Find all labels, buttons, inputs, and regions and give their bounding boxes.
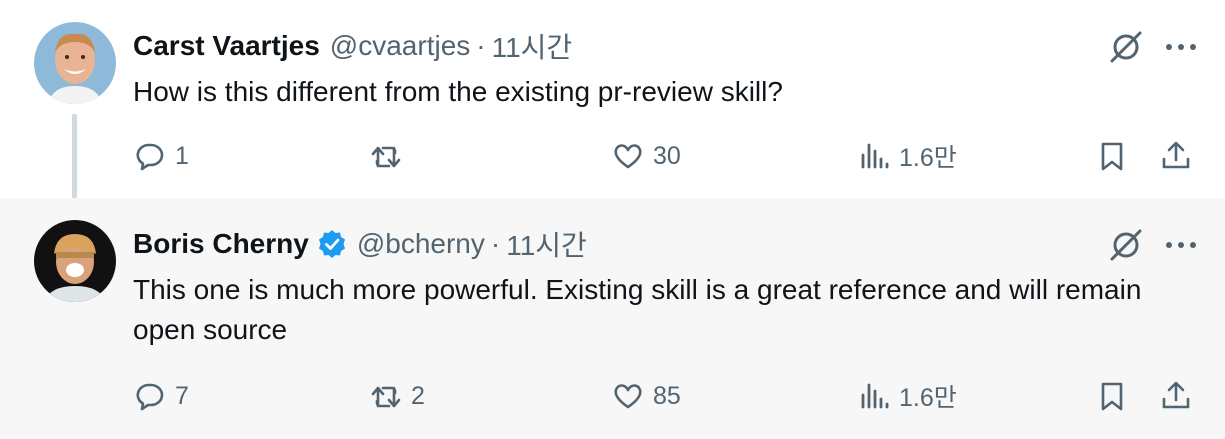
views-count: 1.6만 — [899, 144, 957, 172]
reply-button[interactable]: 7 — [133, 374, 189, 418]
share-icon — [1162, 141, 1190, 169]
retweet-icon — [371, 146, 401, 168]
tweet-text: How is this different from the existing … — [133, 76, 783, 107]
reply-icon — [136, 383, 164, 411]
bookmark-button[interactable] — [1095, 134, 1129, 178]
avatar[interactable] — [34, 22, 116, 104]
reply-icon — [136, 143, 164, 171]
more-icon[interactable] — [1161, 30, 1201, 64]
views-button[interactable]: 1.6만 — [857, 134, 957, 178]
views-icon — [861, 383, 889, 409]
like-icon — [614, 384, 642, 409]
bookmark-icon — [1101, 382, 1123, 411]
author-name[interactable]: Carst Vaartjes — [133, 30, 320, 62]
bookmark-button[interactable] — [1095, 374, 1129, 418]
views-count: 1.6만 — [899, 384, 957, 412]
timestamp[interactable]: 11시간 — [492, 26, 573, 66]
share-icon — [1162, 381, 1190, 409]
like-button[interactable]: 30 — [611, 134, 681, 178]
grok-icon[interactable] — [1107, 28, 1145, 66]
author-handle[interactable]: @cvaartjes — [330, 30, 470, 62]
like-icon — [614, 144, 642, 169]
retweet-icon — [371, 386, 401, 408]
tweet-header: Carst Vaartjes @cvaartjes · 11시간 — [133, 28, 572, 64]
retweet-count: 2 — [411, 381, 425, 410]
views-button[interactable]: 1.6만 — [857, 374, 957, 418]
like-count: 85 — [653, 381, 681, 410]
reply-count: 7 — [175, 381, 189, 410]
reply-button[interactable]: 1 — [133, 134, 189, 178]
separator: · — [476, 30, 486, 61]
like-button[interactable]: 85 — [611, 374, 681, 418]
reply-count: 1 — [175, 141, 189, 170]
action-bar: 1 30 1.6만 — [133, 134, 1193, 178]
action-bar: 7 2 85 1.6만 — [133, 374, 1193, 418]
share-button[interactable] — [1159, 134, 1193, 178]
like-count: 30 — [653, 141, 681, 170]
retweet-button[interactable]: 2 — [369, 374, 425, 418]
bookmark-icon — [1101, 142, 1123, 171]
retweet-button[interactable] — [369, 134, 411, 178]
tweet-boris-actions: 7 2 85 1.6만 — [0, 198, 1225, 439]
share-button[interactable] — [1159, 374, 1193, 418]
views-icon — [861, 143, 889, 169]
tweet-carst[interactable]: Carst Vaartjes @cvaartjes · 11시간 How is … — [0, 0, 1225, 220]
